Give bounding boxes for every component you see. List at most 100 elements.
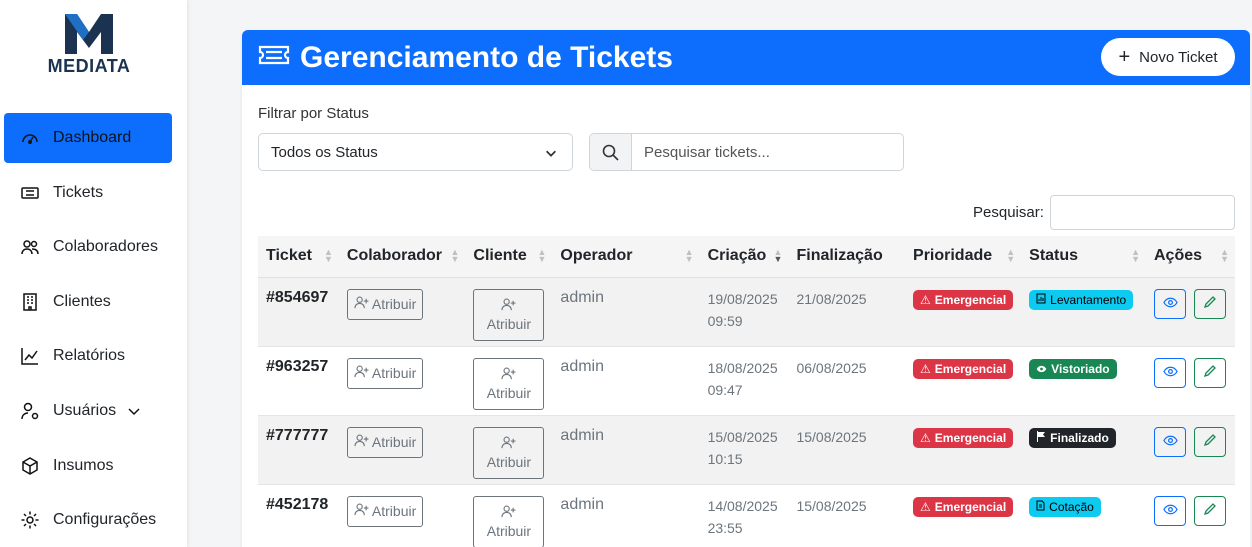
ticket-search-group (589, 133, 904, 171)
status-badge: Finalizado (1029, 427, 1116, 448)
column-header-cliente[interactable]: Cliente ▲ ▼ (465, 236, 553, 278)
sort-icon: ▲ ▼ (450, 247, 460, 264)
finalized-date: 15/08/2025 (796, 497, 867, 514)
sort-icon: ▲ ▼ (1220, 247, 1229, 264)
operator-name: admin (560, 288, 604, 306)
table-body: #854697 Atribuir Atribuir admin 19/08/20… (258, 277, 1235, 547)
edit-ticket-button[interactable] (1194, 357, 1226, 388)
sidebar-item-clientes[interactable]: Clientes (4, 277, 172, 327)
person-plus-icon (354, 365, 369, 381)
datatable-search-input[interactable] (1050, 195, 1235, 230)
building-icon (20, 292, 40, 312)
created-time: 23:55 (707, 519, 743, 536)
ticket-search-input[interactable] (632, 134, 903, 170)
created-date: 15/08/2025 (707, 428, 778, 445)
table-row: #452178 Atribuir Atribuir admin 14/08/20… (258, 484, 1235, 547)
chart-line-icon (20, 346, 40, 366)
datatable-search-label: Pesquisar: (973, 204, 1044, 221)
edit-ticket-button[interactable] (1194, 495, 1226, 526)
table-header-row: Ticket ▲ ▼ Colaborador ▲ ▼ Cliente ▲ ▼ Operado… (258, 236, 1235, 278)
edit-ticket-button[interactable] (1194, 288, 1226, 319)
column-header-colaborador[interactable]: Colaborador ▲ ▼ (338, 236, 466, 278)
column-header-status[interactable]: Status ▲ ▼ (1021, 236, 1146, 278)
pencil-icon (1203, 295, 1217, 312)
column-header-operador[interactable]: Operador ▲ ▼ (552, 236, 700, 278)
sidebar-item-label: Clientes (53, 292, 111, 310)
person-plus-icon (501, 298, 516, 314)
sidebar-item-label: Usuários (53, 401, 117, 419)
created-time: 09:59 (707, 312, 743, 329)
sidebar-item-dashboard[interactable]: Dashboard (4, 113, 172, 163)
person-plus-icon (501, 367, 516, 383)
finalized-date: 15/08/2025 (796, 428, 867, 445)
view-ticket-button[interactable] (1154, 426, 1186, 457)
view-ticket-button[interactable] (1154, 357, 1186, 388)
status-filter-label: Filtrar por Status (258, 105, 369, 122)
new-ticket-button[interactable]: + Novo Ticket (1101, 38, 1235, 76)
column-header-ticket[interactable]: Ticket ▲ ▼ (258, 236, 339, 278)
edit-ticket-button[interactable] (1194, 426, 1226, 457)
assign-cliente-button[interactable]: Atribuir (473, 495, 545, 547)
created-date: 14/08/2025 (707, 497, 778, 514)
search-icon (590, 134, 632, 170)
operator-name: admin (560, 357, 604, 375)
column-header-prioridade[interactable]: Prioridade ▲ ▼ (905, 236, 1022, 278)
status-badge: Cotação (1029, 496, 1101, 517)
status-filter-select[interactable]: Todos os Status (258, 133, 573, 171)
view-ticket-button[interactable] (1154, 288, 1186, 319)
chevron-down-icon (126, 403, 142, 419)
sort-icon: ▲ ▼ (1131, 247, 1140, 264)
assign-cliente-button[interactable]: Atribuir (473, 426, 545, 479)
sidebar-item-label: Configurações (53, 511, 157, 529)
column-header-criacao[interactable]: Criação ▲ ▼ (699, 236, 789, 278)
sidebar-item-relatorios[interactable]: Relatórios (4, 331, 172, 381)
sidebar-item-colaboradores[interactable]: Colaboradores (4, 222, 172, 272)
sidebar-item-tickets[interactable]: Tickets (4, 168, 172, 218)
operator-name: admin (560, 495, 604, 513)
box-icon (20, 456, 40, 476)
sort-desc-icon: ▲ ▼ (773, 247, 783, 264)
chevron-down-icon (544, 146, 558, 164)
assign-cliente-button[interactable]: Atribuir (473, 288, 545, 341)
column-header-finalizacao[interactable]: Finalização (788, 236, 906, 278)
people-icon (20, 237, 40, 257)
table-row: #854697 Atribuir Atribuir admin 19/08/20… (258, 277, 1235, 347)
sort-icon: ▲ ▼ (1006, 247, 1016, 264)
warning-icon: ⚠ (920, 292, 931, 307)
sidebar-item-label: Colaboradores (53, 238, 158, 256)
user-gear-icon (20, 401, 40, 421)
brand-name: MEDIATA (47, 56, 131, 76)
eye-icon (1162, 434, 1178, 449)
assign-colaborador-button[interactable]: Atribuir (346, 288, 424, 320)
warning-icon: ⚠ (920, 361, 931, 376)
finalized-date: 06/08/2025 (796, 359, 867, 376)
sidebar-item-label: Dashboard (53, 129, 132, 146)
status-badge: Vistoriado (1029, 358, 1117, 379)
column-header-acoes[interactable]: Ações ▲ ▼ (1146, 236, 1235, 278)
eye-icon (1162, 365, 1178, 380)
sidebar-item-insumos[interactable]: Insumos (4, 441, 172, 491)
priority-badge: ⚠ Emergencial (913, 358, 1014, 379)
table-row: #777777 Atribuir Atribuir admin 15/08/20… (258, 415, 1235, 485)
ticket-id: #854697 (266, 288, 329, 306)
assign-colaborador-button[interactable]: Atribuir (346, 426, 424, 458)
view-ticket-button[interactable] (1154, 495, 1186, 526)
assign-cliente-button[interactable]: Atribuir (473, 357, 545, 410)
eye-icon (1162, 296, 1178, 311)
eye-icon (1036, 362, 1047, 376)
warning-icon: ⚠ (920, 499, 931, 514)
sidebar-item-configuracoes[interactable]: Configurações (4, 495, 172, 545)
tickets-card: Gerenciamento de Tickets + Novo Ticket F… (242, 30, 1250, 547)
priority-badge: ⚠ Emergencial (913, 289, 1014, 310)
eye-icon (1162, 503, 1178, 518)
warning-icon: ⚠ (920, 430, 931, 445)
ticket-id: #777777 (266, 426, 329, 444)
ticket-icon (258, 43, 290, 72)
priority-badge: ⚠ Emergencial (913, 427, 1014, 448)
sort-icon: ▲ ▼ (537, 247, 547, 264)
assign-colaborador-button[interactable]: Atribuir (346, 357, 424, 389)
assign-colaborador-button[interactable]: Atribuir (346, 495, 424, 527)
person-plus-icon (354, 503, 369, 519)
sidebar-item-usuarios[interactable]: Usuários (4, 386, 172, 436)
brand-logo[interactable]: MEDIATA (38, 14, 140, 84)
